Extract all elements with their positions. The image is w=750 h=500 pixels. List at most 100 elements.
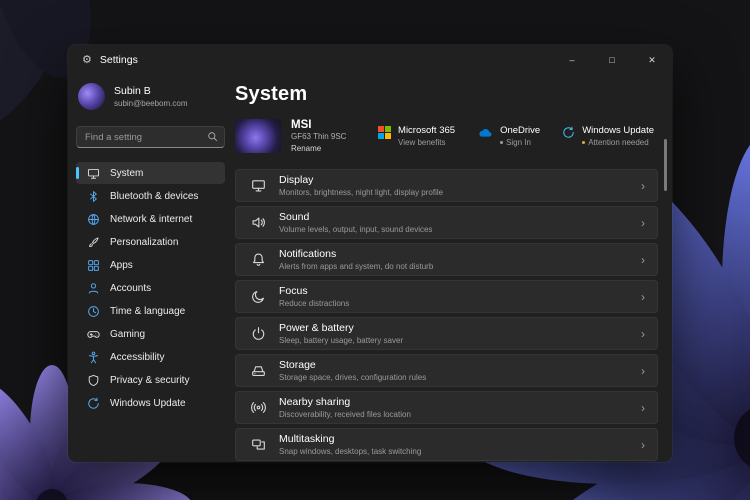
user-name: Subin B xyxy=(114,85,151,97)
nearby-sharing-icon xyxy=(250,400,266,415)
chevron-right-icon: › xyxy=(641,289,645,304)
sidebar-item-label: Accessibility xyxy=(110,351,165,363)
sidebar-item-label: System xyxy=(110,167,144,179)
device-header: MSI GF63 Thin 9SC Rename Microsoft 365 V… xyxy=(235,119,658,153)
sidebar-item-accounts[interactable]: Accounts xyxy=(76,277,225,299)
microsoft-logo xyxy=(378,126,392,139)
main-content: System MSI GF63 Thin 9SC Rename Microsof… xyxy=(235,75,672,462)
onedrive-cloud-icon xyxy=(477,126,493,138)
sidebar-item-system[interactable]: System xyxy=(76,162,225,184)
microsoft-365-card[interactable]: Microsoft 365 View benefits xyxy=(378,125,455,147)
sound-icon xyxy=(250,215,266,230)
settings-row-notifications[interactable]: Notifications Alerts from apps and system… xyxy=(235,243,658,276)
sidebar-item-label: Windows Update xyxy=(110,397,186,409)
titlebar[interactable]: ⚙ Settings – □ ✕ xyxy=(68,45,672,75)
windows-update-card[interactable]: Windows Update Attention needed xyxy=(562,125,654,147)
settings-row-nearby-sharing[interactable]: Nearby sharing Discoverability, received … xyxy=(235,391,658,424)
notifications-bell-icon xyxy=(250,252,266,267)
focus-crescent-icon xyxy=(250,289,266,304)
clock-icon xyxy=(87,305,100,318)
settings-row-storage[interactable]: Storage Storage space, drives, configurat… xyxy=(235,354,658,387)
power-icon xyxy=(250,326,266,341)
sidebar-item-label: Privacy & security xyxy=(110,374,190,386)
user-email: subin@beebom.com xyxy=(114,99,188,108)
accessibility-icon xyxy=(87,351,100,364)
settings-row-multitasking[interactable]: Multitasking Snap windows, desktops, task… xyxy=(235,428,658,461)
personalization-brush-icon xyxy=(87,236,100,249)
monitor-icon xyxy=(87,167,100,180)
settings-row-focus[interactable]: Focus Reduce distractions › xyxy=(235,280,658,313)
sidebar-item-gaming[interactable]: Gaming xyxy=(76,323,225,345)
selected-indicator xyxy=(76,167,79,179)
sidebar-item-accessibility[interactable]: Accessibility xyxy=(76,346,225,368)
user-profile[interactable]: Subin B subin@beebom.com xyxy=(76,79,225,114)
multitasking-windows-icon xyxy=(250,437,266,452)
chevron-right-icon: › xyxy=(641,178,645,193)
rename-button[interactable]: Rename xyxy=(291,144,346,153)
sidebar-item-label: Bluetooth & devices xyxy=(110,190,199,202)
windows-update-icon xyxy=(562,126,575,139)
sidebar-item-bluetooth-devices[interactable]: Bluetooth & devices xyxy=(76,185,225,207)
device-model: GF63 Thin 9SC xyxy=(291,132,347,141)
chevron-right-icon: › xyxy=(641,252,645,267)
search-icon xyxy=(207,131,218,142)
avatar xyxy=(78,83,105,110)
globe-icon xyxy=(87,213,100,226)
sidebar-item-time-language[interactable]: Time & language xyxy=(76,300,225,322)
sidebar-item-label: Personalization xyxy=(110,236,179,248)
status-card-subtitle[interactable]: View benefits xyxy=(398,138,455,147)
sidebar-item-label: Time & language xyxy=(110,305,186,317)
page-title: System xyxy=(235,83,308,105)
sidebar-item-apps[interactable]: Apps xyxy=(76,254,225,276)
chevron-right-icon: › xyxy=(641,400,645,415)
apps-grid-icon xyxy=(87,259,100,272)
status-card-title: Windows Update xyxy=(582,125,654,136)
status-card-title: Microsoft 365 xyxy=(398,125,456,136)
storage-drive-icon xyxy=(250,363,266,378)
sidebar-item-personalization[interactable]: Personalization xyxy=(76,231,225,253)
status-card-subtitle[interactable]: Sign In xyxy=(500,138,540,147)
window-controls: – □ ✕ xyxy=(552,45,672,75)
attention-dot xyxy=(582,141,586,144)
sidebar-nav: System Bluetooth & devices Network & int… xyxy=(76,162,225,414)
search-input[interactable] xyxy=(76,126,225,148)
device-name: MSI xyxy=(291,119,312,131)
sidebar-item-windows-update[interactable]: Windows Update xyxy=(76,392,225,414)
game-controller-icon xyxy=(87,328,100,341)
sidebar-item-label: Gaming xyxy=(110,328,146,340)
chevron-right-icon: › xyxy=(641,363,645,378)
sidebar-item-label: Accounts xyxy=(110,282,152,294)
settings-row-power-battery[interactable]: Power & battery Sleep, battery usage, bat… xyxy=(235,317,658,350)
minimize-button[interactable]: – xyxy=(552,45,592,75)
sidebar-item-privacy-security[interactable]: Privacy & security xyxy=(76,369,225,391)
maximize-button[interactable]: □ xyxy=(592,45,632,75)
status-card-subtitle[interactable]: Attention needed xyxy=(582,138,654,147)
settings-app-icon: ⚙ xyxy=(82,53,92,66)
close-button[interactable]: ✕ xyxy=(632,45,672,75)
status-card-title: OneDrive xyxy=(500,125,541,136)
chevron-right-icon: › xyxy=(641,215,645,230)
window-title: Settings xyxy=(99,54,138,66)
status-cards: Microsoft 365 View benefits OneDrive Sig… xyxy=(378,125,654,147)
person-icon xyxy=(87,282,100,295)
settings-row-display[interactable]: Display Monitors, brightness, night light… xyxy=(235,169,658,202)
search-box xyxy=(76,126,225,148)
sidebar-item-label: Network & internet xyxy=(110,213,193,225)
settings-row-sound[interactable]: Sound Volume levels, output, input, sound… xyxy=(235,206,658,239)
status-dot xyxy=(500,141,504,144)
sidebar-item-network-internet[interactable]: Network & internet xyxy=(76,208,225,230)
sidebar: Subin B subin@beebom.com System B xyxy=(68,75,235,462)
chevron-right-icon: › xyxy=(641,437,645,452)
chevron-right-icon: › xyxy=(641,326,645,341)
scrollbar[interactable] xyxy=(664,139,667,191)
onedrive-card[interactable]: OneDrive Sign In xyxy=(477,125,540,147)
sidebar-item-label: Apps xyxy=(110,259,133,271)
settings-window: ⚙ Settings – □ ✕ Subin B subin@beebom.co… xyxy=(68,45,672,462)
display-icon xyxy=(250,178,266,193)
settings-list: Display Monitors, brightness, night light… xyxy=(235,169,658,461)
shield-icon xyxy=(87,374,100,387)
device-thumbnail xyxy=(235,119,281,153)
bluetooth-icon xyxy=(87,190,100,203)
device-info: MSI GF63 Thin 9SC Rename xyxy=(235,119,346,153)
windows-update-icon xyxy=(87,397,100,410)
